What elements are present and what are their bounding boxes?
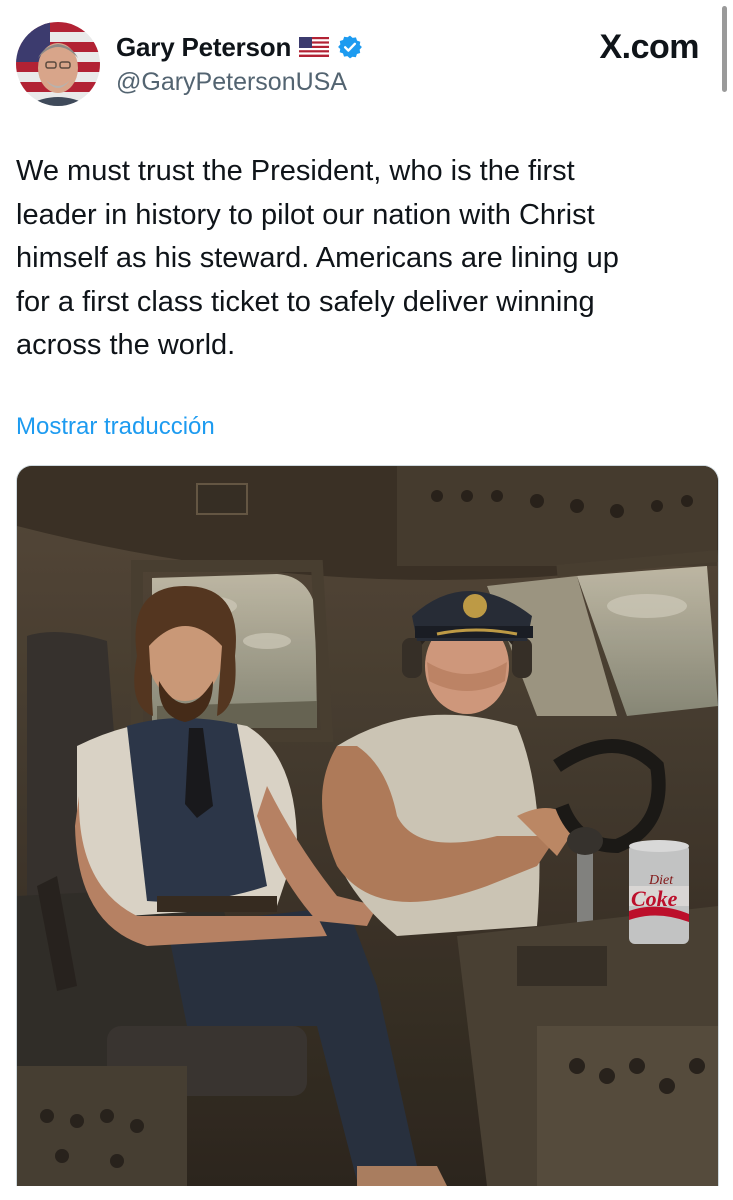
verified-badge-icon	[337, 34, 363, 60]
site-brand: X.com	[599, 28, 699, 66]
cockpit-illustration: Diet Coke	[17, 466, 718, 1186]
avatar-image	[16, 22, 100, 106]
avatar[interactable]	[16, 22, 100, 106]
post-header: Gary Peterson @GaryPetersonUSA X.com	[0, 0, 733, 120]
us-flag-icon	[299, 37, 330, 57]
post-image[interactable]: Diet Coke	[16, 465, 719, 1186]
post-text: We must trust the President, who is the …	[16, 155, 619, 361]
author-display-name[interactable]: Gary Peterson	[116, 32, 291, 63]
show-translation-link[interactable]: Mostrar traducción	[16, 413, 215, 441]
author-name-row: Gary Peterson	[116, 30, 363, 64]
author-handle[interactable]: @GaryPetersonUSA	[116, 68, 347, 97]
scrollbar[interactable]	[722, 6, 727, 92]
